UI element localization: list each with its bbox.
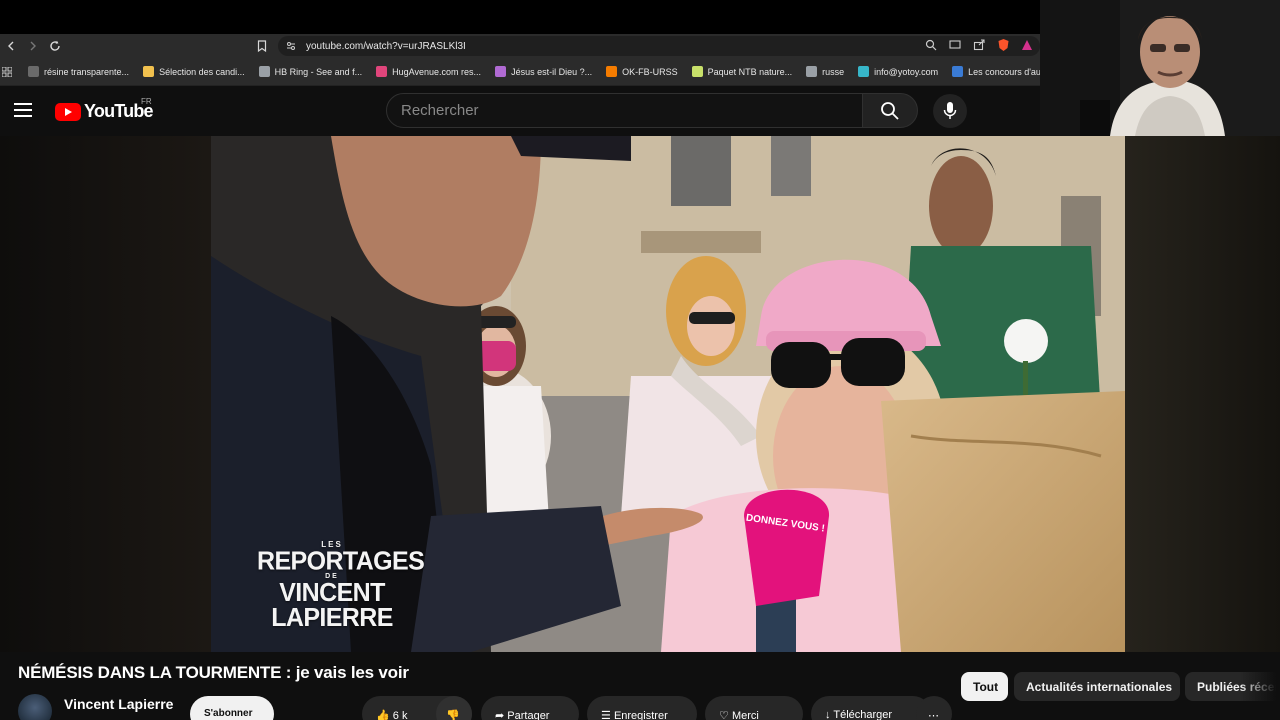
download-label: Télécharger: [833, 709, 893, 720]
thanks-button[interactable]: ♡ Merci: [705, 696, 803, 720]
brave-shield-icon[interactable]: [996, 38, 1010, 52]
thumbs-down-icon: 👎: [446, 710, 460, 720]
channel-row: Vincent Lapierre S'abonner 👍 6 k 👎 ➦ Par…: [18, 692, 958, 720]
video-ambient-left: [0, 136, 211, 652]
search-input[interactable]: [401, 102, 841, 119]
share-icon: ➦: [495, 710, 505, 720]
thanks-icon: ♡: [719, 710, 729, 720]
bookmark-label: HB Ring - See and f...: [274, 66, 363, 77]
country-code: FR: [141, 97, 152, 106]
video-player[interactable]: DONNEZ VOUS ! LES REPORTAGES DE VINCENT …: [0, 136, 1280, 652]
bookmark-favicon-icon: [376, 66, 388, 77]
thanks-label: Merci: [731, 710, 759, 720]
video-ambient-right: [1125, 136, 1280, 652]
chip-tout[interactable]: Tout: [961, 672, 1008, 701]
bookmark-item[interactable]: Sélection des candi...: [137, 62, 253, 82]
subscribe-button[interactable]: S'abonner: [190, 696, 274, 720]
video-title: NÉMÉSIS DANS LA TOURMENTE : je vais les …: [18, 663, 409, 682]
bookmark-label: Sélection des candi...: [159, 66, 245, 77]
youtube-header: YouTube FR: [0, 86, 1040, 136]
related-filter-chips: Tout Actualités internationales Publiées…: [961, 672, 1280, 702]
bookmark-item[interactable]: russe: [800, 62, 852, 82]
reload-button[interactable]: [44, 35, 66, 57]
menu-icon[interactable]: [14, 103, 32, 117]
bookmark-favicon-icon: [858, 66, 870, 77]
bookmark-item[interactable]: Paquet NTB nature...: [686, 62, 801, 82]
save-button[interactable]: ☰ Enregistrer: [587, 696, 697, 720]
forward-arrow-icon: [30, 41, 36, 51]
bookmark-label: russe: [822, 66, 845, 77]
bookmark-page-icon[interactable]: [255, 39, 269, 53]
bookmark-favicon-icon: [691, 66, 703, 77]
bookmark-label: info@yotoy.com: [874, 66, 939, 77]
download-button[interactable]: ↓ Télécharger: [811, 696, 931, 720]
youtube-logo[interactable]: YouTube: [55, 101, 154, 122]
bookmark-label: Paquet NTB nature...: [707, 66, 793, 77]
watermark-vincent-lapierre: VINCENT LAPIERRE: [271, 577, 393, 633]
webcam-person-image: [1040, 0, 1280, 136]
zoom-icon[interactable]: [924, 38, 938, 52]
chip-actualites-internationales[interactable]: Actualités internationales: [1014, 672, 1180, 701]
forward-button[interactable]: [22, 35, 44, 57]
bookmark-item[interactable]: Les concours d'aute...: [946, 62, 1040, 82]
bookmark-label: Jésus est-il Dieu ?...: [511, 66, 593, 77]
save-label: Enregistrer: [613, 710, 668, 720]
browser-toolbar: youtube.com/watch?v=urJRASLKl3I: [0, 34, 1040, 58]
cast-icon[interactable]: [948, 38, 962, 52]
microphone-icon: [943, 102, 957, 119]
site-info-icon[interactable]: [286, 41, 296, 51]
bookmark-favicon-icon: [495, 66, 507, 77]
thumbs-up-icon: 👍: [376, 710, 390, 720]
bookmark-item[interactable]: résine transparente...: [22, 62, 137, 82]
bookmark-favicon-icon: [606, 66, 618, 77]
url-text[interactable]: youtube.com/watch?v=urJRASLKl3I: [306, 41, 466, 52]
back-button[interactable]: [0, 35, 22, 57]
bookmarks-bar: résine transparente... Sélection des cand…: [0, 58, 1040, 86]
bookmark-item[interactable]: HugAvenue.com res...: [370, 62, 489, 82]
more-actions-button[interactable]: ⋯: [916, 696, 952, 720]
more-icon: ⋯: [928, 710, 939, 720]
bookmark-favicon-icon: [952, 66, 964, 77]
brave-rewards-icon[interactable]: [1020, 38, 1034, 52]
address-bar[interactable]: youtube.com/watch?v=urJRASLKl3I: [278, 36, 1040, 56]
download-icon: ↓: [825, 709, 831, 720]
channel-avatar[interactable]: [18, 694, 52, 720]
reload-icon: [50, 40, 60, 51]
bookmark-label: OK-FB-URSS: [622, 66, 678, 77]
chips-fade: [1240, 672, 1280, 702]
youtube-play-icon: [55, 102, 81, 121]
search-button[interactable]: [862, 93, 918, 128]
bookmark-item[interactable]: OK-FB-URSS: [600, 62, 686, 82]
channel-name[interactable]: Vincent Lapierre: [64, 696, 173, 712]
bookmark-label: HugAvenue.com res...: [392, 66, 482, 77]
voice-search-button[interactable]: [933, 94, 967, 128]
dislike-button[interactable]: 👎: [436, 696, 472, 720]
window-top-strip: [0, 0, 1040, 34]
video-frame[interactable]: DONNEZ VOUS ! LES REPORTAGES DE VINCENT …: [211, 136, 1125, 652]
search-box: [386, 93, 863, 128]
like-count: 6 k: [392, 710, 408, 720]
bookmark-favicon-icon: [806, 66, 818, 77]
channel-watermark: LES REPORTAGES DE VINCENT LAPIERRE: [257, 540, 425, 633]
share-page-icon[interactable]: [972, 38, 986, 52]
apps-grid-icon[interactable]: [0, 62, 22, 82]
bookmark-item[interactable]: HB Ring - See and f...: [253, 62, 371, 82]
bookmark-favicon-icon: [143, 66, 155, 77]
bookmark-favicon-icon: [258, 66, 270, 77]
bookmark-label: Les concours d'aute...: [968, 66, 1040, 77]
share-label: Partager: [507, 710, 550, 720]
bookmark-item[interactable]: info@yotoy.com: [852, 62, 946, 82]
save-icon: ☰: [601, 710, 611, 720]
webcam-overlay: [1040, 0, 1280, 136]
share-button[interactable]: ➦ Partager: [481, 696, 579, 720]
search-icon: [881, 101, 899, 120]
bookmark-favicon-icon: [28, 66, 39, 77]
bookmark-item[interactable]: Jésus est-il Dieu ?...: [489, 62, 600, 82]
bookmark-label: résine transparente...: [44, 66, 130, 77]
watermark-reportages: REPORTAGES: [257, 546, 425, 576]
back-arrow-icon: [8, 41, 14, 51]
